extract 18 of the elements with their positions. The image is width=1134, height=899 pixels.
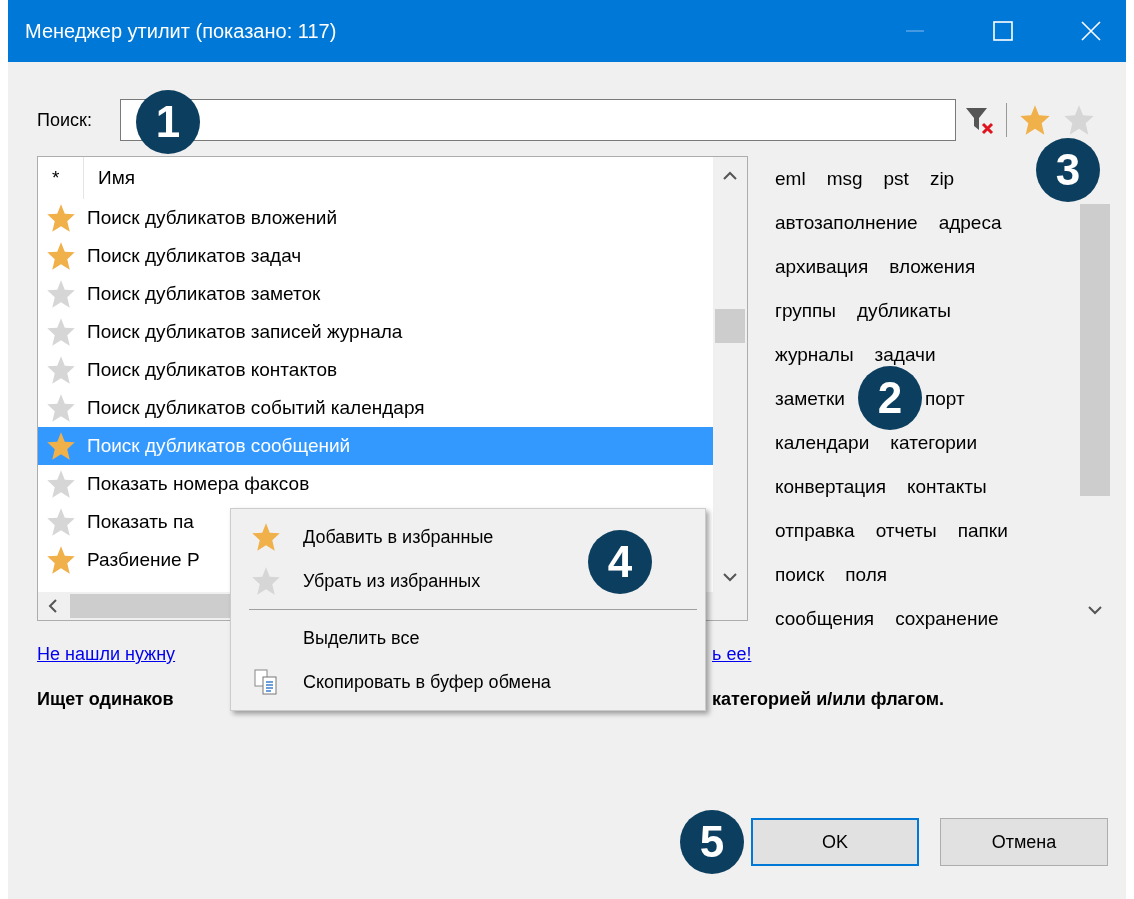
description-text: Ищет одинаков	[37, 688, 175, 711]
search-label: Поиск:	[37, 109, 93, 131]
row-text: Показать па	[87, 511, 194, 533]
row-text: Поиск дубликатов контактов	[87, 359, 338, 381]
row-text: Показать номера факсов	[87, 473, 310, 495]
row-text: Поиск дубликатов записей журнала	[87, 321, 403, 343]
callout-badge: 1	[136, 90, 200, 154]
row-text: Разбиение Р	[87, 549, 200, 571]
row-text: Поиск дубликатов сообщений	[87, 435, 351, 457]
callout-badge: 2	[858, 366, 922, 430]
description-text: категорией и/или флагом.	[711, 688, 945, 711]
row-text: Поиск дубликатов событий календаря	[87, 397, 425, 419]
row-text: Поиск дубликатов задач	[87, 245, 302, 267]
row-text: Поиск дубликатов заметок	[87, 283, 321, 305]
window-title: Менеджер утилит (показано: 117)	[25, 19, 337, 43]
callout-badge: 3	[1036, 138, 1100, 202]
row-text: Поиск дубликатов вложений	[87, 207, 338, 229]
callout-badge: 5	[680, 810, 744, 874]
